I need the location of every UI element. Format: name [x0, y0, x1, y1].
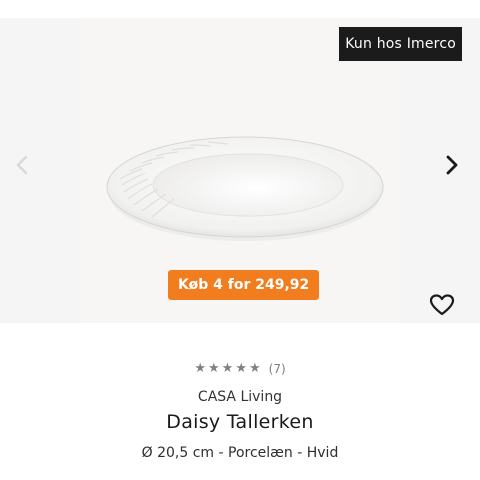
star-icon: ★ — [248, 361, 261, 376]
product-brand: CASA Living — [197, 389, 283, 405]
heart-outline-icon — [429, 294, 455, 316]
exclusive-badge: Kun hos Imerco — [339, 27, 462, 61]
product-image-carousel[interactable]: Kun hos Imerco Køb 4 for 249,92 — [0, 18, 480, 323]
chevron-left-icon — [16, 155, 28, 175]
favorite-button[interactable] — [428, 291, 456, 319]
carousel-next-button[interactable] — [438, 151, 466, 179]
carousel-prev-button[interactable] — [8, 151, 36, 179]
rating[interactable]: ★ ★ ★ ★ ★ (7) — [0, 361, 480, 377]
product-title[interactable]: Daisy Tallerken — [0, 411, 480, 433]
product-image-plate — [106, 136, 384, 241]
star-icon: ★ — [208, 361, 220, 376]
promo-badge: Køb 4 for 249,92 — [168, 270, 320, 300]
product-info[interactable]: ★ ★ ★ ★ ★ (7) CASA Living Daisy Tallerke… — [0, 323, 480, 480]
star-icon: ★ — [235, 361, 247, 376]
rating-count[interactable]: (7) — [269, 362, 286, 376]
product-specs: Ø 20,5 cm - Porcelæn - Hvid — [141, 445, 339, 461]
star-icon: ★ — [221, 361, 234, 376]
star-icon: ★ — [194, 361, 207, 376]
chevron-right-icon — [446, 155, 458, 175]
top-strip — [0, 0, 480, 18]
